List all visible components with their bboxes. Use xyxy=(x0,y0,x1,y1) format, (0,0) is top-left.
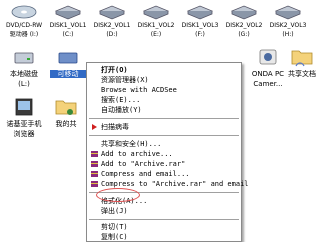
drive-letter: (F:) xyxy=(195,31,205,38)
menu-sharing[interactable]: 共享和安全(H)... xyxy=(87,139,241,149)
drive-e[interactable]: DISK1_VOL2 (E:) xyxy=(134,2,178,38)
menu-compress-email[interactable]: Compress and email... xyxy=(87,169,241,179)
item-label: 我的共 xyxy=(55,120,77,128)
item-label: 本地磁盘 xyxy=(10,70,38,78)
antivirus-icon xyxy=(92,124,97,130)
drive-name: DISK2_VOL3 xyxy=(269,22,307,29)
highlight-ellipse xyxy=(96,188,140,202)
menu-label: Compress and email... xyxy=(101,170,190,178)
menu-cut[interactable]: 剪切(T) xyxy=(87,222,241,232)
drive-name: DISK2_VOL2 xyxy=(225,22,263,29)
drive-letter: (C:) xyxy=(62,31,74,38)
drive-h[interactable]: DISK2_VOL3 (H:) xyxy=(266,2,310,38)
menu-eject[interactable]: 弹出(J) xyxy=(87,206,241,216)
menu-label: 搜索(E)... xyxy=(101,96,141,104)
drive-d[interactable]: DISK2_VOL1 (D:) xyxy=(90,2,134,38)
drive-name: DISK1_VOL1 xyxy=(49,22,87,29)
context-menu: 打开(O) 资源管理器(X) Browse with ACDSee 搜索(E).… xyxy=(86,62,249,242)
item-label: 可移动 xyxy=(50,70,86,78)
menu-label: Browse with ACDSee xyxy=(101,86,177,94)
menu-label: 弹出(J) xyxy=(101,207,128,215)
hard-disk-icon xyxy=(274,5,302,20)
removable-disk-icon xyxy=(58,52,78,64)
drive-name: DVD/CD-RW xyxy=(5,22,43,29)
drive-name: DISK1_VOL3 xyxy=(181,22,219,29)
menu-label: Add to "Archive.rar" xyxy=(101,160,186,168)
menu-add-archive[interactable]: Add to archive... xyxy=(87,149,241,159)
item-label: Camer... xyxy=(253,80,283,88)
winrar-icon xyxy=(91,181,98,187)
hard-disk-icon xyxy=(54,5,82,20)
drive-dvd[interactable]: DVD/CD-RW 驱动器 (I:) xyxy=(2,2,46,38)
item-nokia-browser[interactable]: 诺基亚手机 浏览器 xyxy=(4,96,44,138)
item-label: 浏览器 xyxy=(13,130,35,138)
menu-browse-acdsee[interactable]: Browse with ACDSee xyxy=(87,85,241,95)
item-label: 共享文档 xyxy=(288,70,316,78)
item-label: 诺基亚手机 xyxy=(6,120,42,128)
menu-label: 自动播放(Y) xyxy=(101,106,142,114)
menu-scan-virus[interactable]: 扫描病毒 xyxy=(87,122,241,132)
menu-label: Add to archive... xyxy=(101,150,173,158)
shared-folder-icon xyxy=(291,50,313,67)
menu-autoplay[interactable]: 自动播放(Y) xyxy=(87,105,241,115)
menu-copy[interactable]: 复制(C) xyxy=(87,232,241,242)
item-label: (L:) xyxy=(18,80,30,88)
hard-disk-icon xyxy=(230,5,258,20)
camera-icon xyxy=(259,49,277,65)
menu-label: 资源管理器(X) xyxy=(101,76,149,84)
menu-explorer[interactable]: 资源管理器(X) xyxy=(87,75,241,85)
menu-add-archive-rar[interactable]: Add to "Archive.rar" xyxy=(87,159,241,169)
menu-separator xyxy=(89,118,239,120)
menu-open[interactable]: 打开(O) xyxy=(87,65,241,75)
menu-label: 复制(C) xyxy=(101,233,128,241)
item-removable-selected[interactable]: 可移动 xyxy=(50,46,86,78)
dvd-drive-icon xyxy=(11,5,37,19)
menu-label: 打开(O) xyxy=(101,66,128,74)
drive-letter: (D:) xyxy=(106,31,118,38)
drive-c[interactable]: DISK1_VOL1 (C:) xyxy=(46,2,90,38)
hard-disk-icon xyxy=(142,5,170,20)
winrar-icon xyxy=(91,161,98,167)
menu-label: 扫描病毒 xyxy=(101,123,129,131)
drive-letter: (G:) xyxy=(238,31,250,38)
menu-search[interactable]: 搜索(E)... xyxy=(87,95,241,105)
phone-browser-icon xyxy=(15,98,33,116)
menu-separator xyxy=(89,219,239,221)
shared-folder-icon xyxy=(55,100,77,115)
menu-label: 共享和安全(H)... xyxy=(101,140,162,148)
hard-disk-icon xyxy=(14,52,34,64)
drive-letter: (H:) xyxy=(282,31,294,38)
drive-name: DISK2_VOL1 xyxy=(93,22,131,29)
drive-letter: (E:) xyxy=(150,31,162,38)
menu-label: 剪切(T) xyxy=(101,223,128,231)
item-local-disk-l[interactable]: 本地磁盘 (L:) xyxy=(4,46,44,88)
menu-separator xyxy=(89,135,239,137)
hard-disk-icon xyxy=(98,5,126,20)
winrar-icon xyxy=(91,151,98,157)
winrar-icon xyxy=(91,171,98,177)
item-my-shared[interactable]: 我的共 xyxy=(46,96,86,128)
hard-disk-icon xyxy=(186,5,214,20)
drive-letter: 驱动器 (I:) xyxy=(9,31,39,38)
item-shared-documents[interactable]: 共享文档 xyxy=(282,46,321,78)
drive-f[interactable]: DISK1_VOL3 (F:) xyxy=(178,2,222,38)
drive-name: DISK1_VOL2 xyxy=(137,22,175,29)
drive-g[interactable]: DISK2_VOL2 (G:) xyxy=(222,2,266,38)
